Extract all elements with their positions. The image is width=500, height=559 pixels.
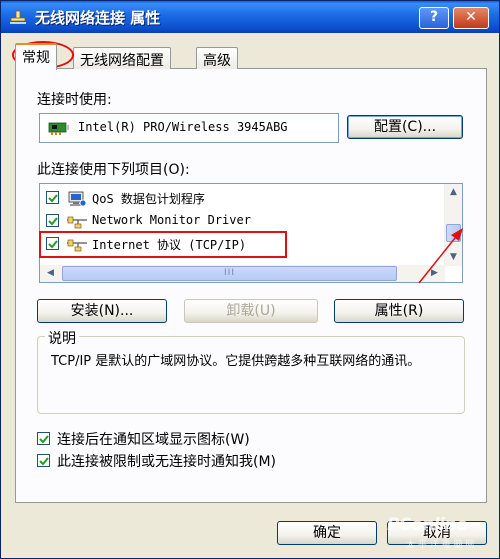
help-button[interactable]: ? xyxy=(419,7,449,29)
tab-wireless-config-label: 无线网络配置 xyxy=(80,53,164,69)
item-checkbox[interactable] xyxy=(46,191,59,204)
window-title: 无线网络连接 属性 xyxy=(35,9,161,27)
show-icon-checkbox[interactable] xyxy=(37,432,50,445)
tab-general-label: 常规 xyxy=(22,50,50,66)
item-label: Network Monitor Driver xyxy=(92,213,251,227)
ok-button[interactable]: 确定 xyxy=(277,521,377,545)
description-title: 说明 xyxy=(45,328,79,348)
network-protocol-icon xyxy=(67,239,87,252)
network-connection-icon xyxy=(10,10,26,24)
notify-checkbox[interactable] xyxy=(37,454,50,467)
item-label: QoS 数据包计划程序 xyxy=(92,192,205,206)
item-checkbox[interactable] xyxy=(46,214,59,227)
qos-scheduler-icon xyxy=(68,191,87,207)
install-button[interactable]: 安装(N)... xyxy=(37,299,167,323)
network-adapter-icon xyxy=(48,122,69,135)
close-button[interactable]: ✕ xyxy=(453,7,489,29)
connect-using-label: 连接时使用: xyxy=(37,92,112,108)
adapter-name: Intel(R) PRO/Wireless 3945ABG xyxy=(78,120,288,134)
title-bar[interactable]: 无线网络连接 属性 ? ✕ xyxy=(1,1,499,33)
annotation-arrow-icon xyxy=(418,228,463,284)
properties-button[interactable]: 属性(R) xyxy=(334,299,464,323)
horizontal-scrollbar[interactable]: ◀ III ▶ xyxy=(40,265,445,282)
show-icon-label: 连接后在通知区域显示图标(W) xyxy=(57,432,250,448)
tab-wireless-config[interactable]: 无线网络配置 xyxy=(73,47,171,69)
scroll-up-icon[interactable]: ▲ xyxy=(445,184,462,201)
tab-general[interactable]: 常规 xyxy=(15,43,57,70)
tab-advanced[interactable]: 高级 xyxy=(196,47,238,69)
scroll-left-icon[interactable]: ◀ xyxy=(42,265,59,282)
configure-button[interactable]: 配置(C)... xyxy=(347,115,463,139)
adapter-field: Intel(R) PRO/Wireless 3945ABG xyxy=(39,113,339,143)
item-checkbox[interactable] xyxy=(46,237,59,250)
description-text: TCP/IP 是默认的广域网协议。它提供跨越多种互联网络的通讯。 xyxy=(51,354,421,369)
notify-label: 此连接被限制或无连接时通知我(M) xyxy=(57,454,277,470)
tab-advanced-label: 高级 xyxy=(203,53,231,69)
properties-dialog: 无线网络连接 属性 ? ✕ 常规 无线网络配置 高级 连接时使用: Intel(… xyxy=(0,0,500,559)
uninstall-button[interactable]: 卸载(U) xyxy=(184,299,318,323)
horizontal-scroll-thumb[interactable]: III xyxy=(62,266,397,281)
network-protocol-icon xyxy=(67,216,87,229)
cancel-button[interactable]: 取消 xyxy=(387,521,487,545)
description-group xyxy=(37,336,465,414)
components-list[interactable]: QoS 数据包计划程序 Network Monitor Driver Inter… xyxy=(39,183,463,283)
items-label: 此连接使用下列项目(O): xyxy=(37,162,190,178)
item-label: Internet 协议 (TCP/IP) xyxy=(92,238,247,252)
